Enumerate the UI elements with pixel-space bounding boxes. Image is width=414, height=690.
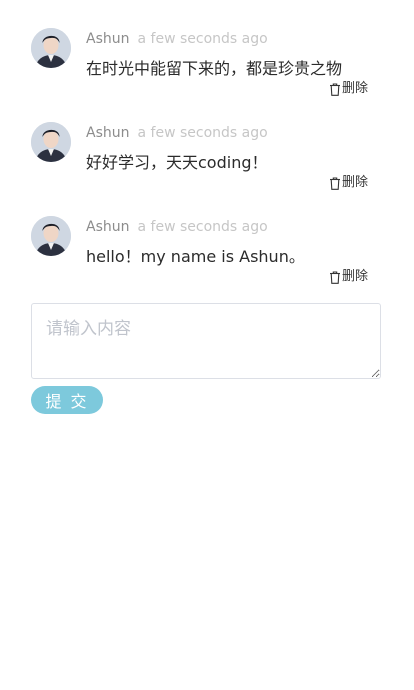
delete-label: 删除 — [341, 81, 368, 96]
delete-button[interactable]: 删除 — [329, 80, 368, 98]
comment-meta: Ashun a few seconds ago — [86, 218, 268, 236]
trash-icon — [329, 176, 340, 190]
trash-icon — [329, 270, 340, 284]
comment-time: a few seconds ago — [137, 31, 268, 47]
comment-input[interactable] — [31, 303, 381, 379]
comment-content: 好好学习，天天coding！ — [86, 153, 268, 172]
delete-button[interactable]: 删除 — [329, 174, 368, 192]
user-avatar-icon — [31, 28, 71, 68]
comment-meta: Ashun a few seconds ago — [86, 124, 268, 142]
delete-button[interactable]: 删除 — [329, 268, 368, 286]
comment-item: Ashun a few seconds ago 好好学习，天天coding！ 删除 — [31, 122, 371, 196]
comment-time: a few seconds ago — [137, 219, 268, 235]
user-avatar-icon — [31, 216, 71, 256]
comment-content: 在时光中能留下来的，都是珍贵之物 — [86, 59, 343, 78]
trash-icon — [329, 82, 340, 96]
submit-button[interactable]: 提 交 — [31, 386, 103, 414]
comment-item: Ashun a few seconds ago hello！my name is … — [31, 216, 371, 290]
comment-time: a few seconds ago — [137, 125, 268, 141]
comment-content: hello！my name is Ashun。 — [86, 247, 305, 266]
comment-author: Ashun — [86, 125, 130, 141]
delete-label: 删除 — [341, 269, 368, 284]
user-avatar-icon — [31, 122, 71, 162]
comment-author: Ashun — [86, 31, 130, 47]
comment-meta: Ashun a few seconds ago — [86, 30, 268, 48]
delete-label: 删除 — [341, 175, 368, 190]
comment-author: Ashun — [86, 219, 130, 235]
comment-page: Ashun a few seconds ago 在时光中能留下来的，都是珍贵之物 … — [0, 0, 414, 690]
comment-item: Ashun a few seconds ago 在时光中能留下来的，都是珍贵之物 … — [31, 28, 371, 102]
